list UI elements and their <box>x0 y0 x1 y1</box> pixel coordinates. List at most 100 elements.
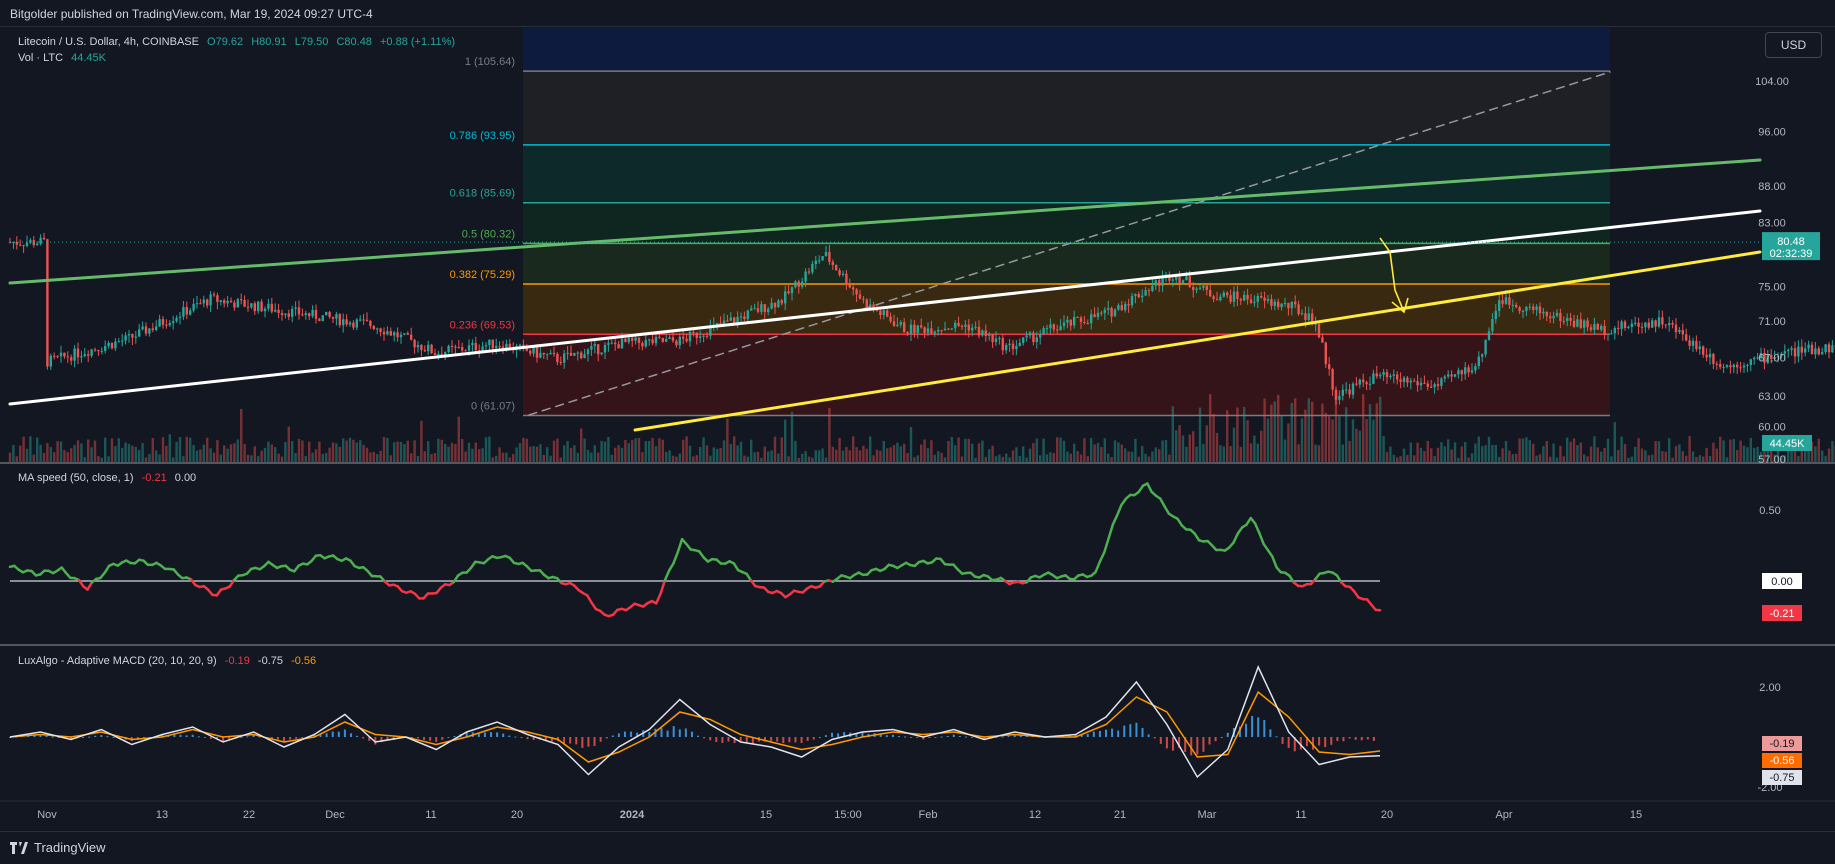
volume-bar <box>1365 419 1367 462</box>
volume-bar <box>1212 414 1214 462</box>
volume-bar <box>1461 446 1463 462</box>
macd-value-3: -0.56 <box>291 655 316 667</box>
candle-body <box>1117 305 1119 309</box>
ma-speed-segment <box>1255 523 1259 533</box>
candle-body <box>1716 364 1718 365</box>
volume-bar <box>1321 404 1323 462</box>
candle-body <box>1600 326 1602 330</box>
candle-body <box>726 320 728 321</box>
macd-histogram-bar <box>179 735 181 737</box>
candle-body <box>563 354 565 363</box>
candle-body <box>590 346 592 350</box>
volume-bar <box>1206 425 1208 462</box>
price-axis-label: 60.00 <box>1758 422 1786 434</box>
candle-body <box>832 262 834 265</box>
volume-bar <box>305 456 307 462</box>
candle-body <box>192 304 194 311</box>
volume-bar <box>257 456 259 462</box>
volume-bar <box>1559 446 1561 462</box>
macd-histogram-bar <box>594 737 596 746</box>
macd-histogram-bar <box>301 737 303 738</box>
macd-histogram-bar <box>520 737 522 738</box>
time-axis-label: 15 <box>760 809 772 821</box>
volume-bar <box>675 457 677 462</box>
candle-body <box>260 302 262 312</box>
candle-body <box>1144 290 1146 295</box>
last-price-value: 80.48 <box>1777 236 1805 248</box>
volume-bar <box>913 457 915 462</box>
candle-body <box>152 328 154 330</box>
volume-bar <box>1178 425 1180 462</box>
volume-bar <box>696 455 698 462</box>
chart-canvas[interactable]: 1 (105.64)0.786 (93.95)0.618 (85.69)0.5 … <box>0 0 1835 863</box>
volume-bar <box>1464 442 1466 462</box>
candle-body <box>22 245 24 246</box>
volume-bar <box>988 449 990 462</box>
candle-body <box>1182 280 1184 283</box>
candle-body <box>634 337 636 340</box>
candle-body <box>1433 384 1435 387</box>
candle-body <box>196 303 198 304</box>
macd-histogram-bar <box>563 737 565 743</box>
volume-bar <box>594 445 596 462</box>
macd-histogram-bar <box>673 726 675 737</box>
tradingview-logo[interactable]: TradingView <box>10 840 106 855</box>
tradingview-brand: TradingView <box>34 840 106 855</box>
candle-body <box>203 300 205 304</box>
candle-body <box>1172 280 1174 281</box>
volume-bar <box>614 448 616 462</box>
candle-body <box>747 311 749 320</box>
candle-body <box>1542 312 1544 313</box>
fib-zone <box>523 334 1610 415</box>
macd-histogram-bar <box>39 735 41 737</box>
candle-body <box>322 315 324 321</box>
volume-bar <box>628 443 630 462</box>
ohlc-close: C80.48 <box>336 36 371 48</box>
volume-bar <box>733 436 735 462</box>
macd-histogram-bar <box>1172 737 1174 751</box>
candle-body <box>454 347 456 348</box>
candle-body <box>1712 354 1714 364</box>
volume-bar <box>526 439 528 462</box>
macd-histogram-bar <box>801 737 803 743</box>
volume-bar <box>886 448 888 462</box>
volume-bar <box>536 447 538 462</box>
volume-bar <box>1284 440 1286 462</box>
candle-body <box>1746 365 1748 366</box>
candle-body <box>124 335 126 340</box>
volume-bar <box>1182 436 1184 462</box>
candle-body <box>1229 295 1231 302</box>
volume-bar <box>73 445 75 462</box>
volume-bar <box>597 453 599 462</box>
candle-body <box>1056 329 1058 330</box>
ma-speed-segment <box>661 580 665 593</box>
volume-bar <box>1821 451 1823 462</box>
macd-histogram-bar <box>587 737 589 747</box>
candle-body <box>1631 324 1633 327</box>
candle-body <box>328 312 330 317</box>
candle-body <box>135 337 137 338</box>
macd-histogram-bar <box>496 732 498 737</box>
volume-bar <box>838 438 840 462</box>
volume-bar <box>1535 456 1537 462</box>
volume-bar <box>1705 448 1707 462</box>
candle-body <box>913 325 915 333</box>
volume-bar <box>577 453 579 462</box>
candle-body <box>1386 372 1388 377</box>
volume-bar <box>478 449 480 462</box>
fib-level-label: 0 (61.07) <box>471 401 515 413</box>
fib-zone <box>523 243 1610 284</box>
volume-bar <box>662 440 664 462</box>
volume-bar <box>750 440 752 462</box>
volume-bar <box>981 441 983 462</box>
candle-body <box>1525 307 1527 311</box>
volume-bar <box>1678 444 1680 462</box>
candle-body <box>1474 366 1476 370</box>
volume-bar <box>1389 447 1391 462</box>
volume-bar <box>1093 444 1095 462</box>
candle-body <box>1325 343 1327 365</box>
candle-body <box>60 353 62 357</box>
candle-body <box>519 345 521 346</box>
macd-histogram-bar <box>1087 734 1089 737</box>
currency-button[interactable]: USD <box>1765 32 1822 58</box>
